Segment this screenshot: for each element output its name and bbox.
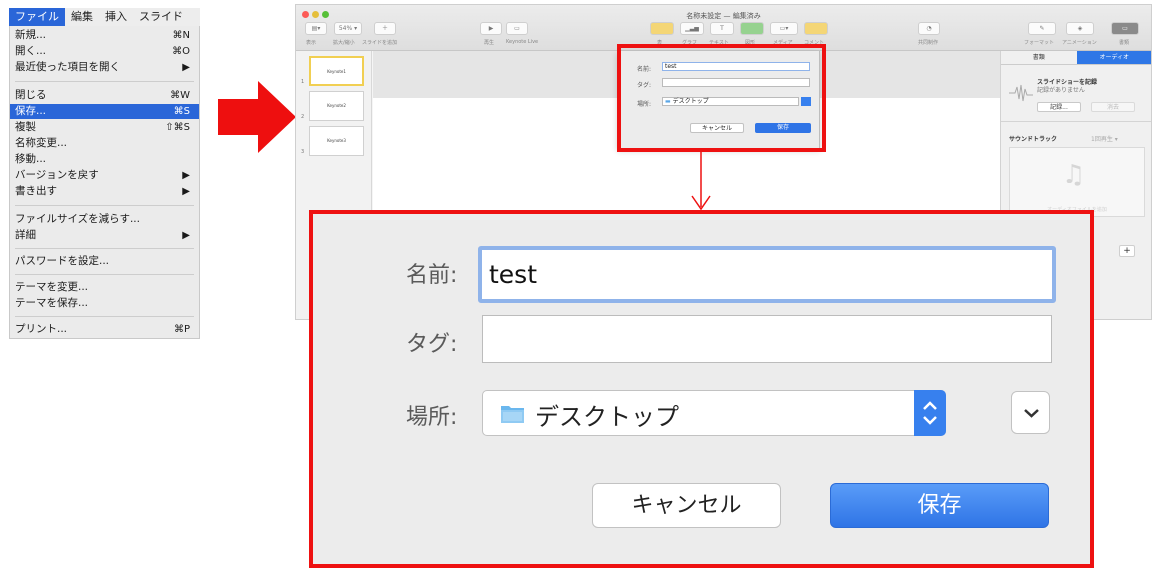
slide-thumbnail[interactable]: Keynote1 xyxy=(309,56,364,86)
slide-number: 2 xyxy=(301,114,305,120)
up-down-chevron-icon xyxy=(923,401,937,425)
slide-thumbnail[interactable]: Keynote3 xyxy=(309,126,364,156)
soundtrack-label: サウンドトラック xyxy=(1009,136,1058,143)
table-button[interactable] xyxy=(650,22,674,35)
save-button[interactable]: 保存 xyxy=(830,483,1049,528)
save-dialog-zoomed: 名前: test タグ: 場所: デスクトップ キャンセル 保存 xyxy=(309,210,1094,568)
document-tab-button[interactable]: ▭ xyxy=(1111,22,1139,35)
text-button[interactable]: T xyxy=(710,22,734,35)
menu-separator xyxy=(15,316,194,317)
expand-dialog-button[interactable] xyxy=(1011,391,1050,434)
zoom-button[interactable]: 54% ▾ xyxy=(334,22,362,35)
cancel-button[interactable]: キャンセル xyxy=(592,483,781,528)
red-arrow-icon xyxy=(218,81,296,153)
menu-item-revert[interactable]: バージョンを戻す ▶ xyxy=(10,168,199,183)
menu-item-rename[interactable]: 名称変更... xyxy=(10,136,199,151)
music-note-icon: ♫ xyxy=(1062,160,1086,190)
toolbar-label-collaborate: 共同制作 xyxy=(918,40,939,46)
toolbar-label-add-slide: スライドを追加 xyxy=(362,40,398,46)
tag-label: タグ: xyxy=(406,332,458,357)
waveform-icon xyxy=(1009,84,1033,102)
menu-item-new[interactable]: 新規... ⌘N xyxy=(10,28,199,43)
window-title: 名称未設定 — 編集済み xyxy=(686,12,761,20)
toolbar-label-view: 表示 xyxy=(306,40,317,46)
toolbar-label-play: 再生 xyxy=(484,40,495,46)
tag-field[interactable] xyxy=(482,315,1052,363)
media-button[interactable]: ▭▾ xyxy=(770,22,798,35)
file-menu: 新規... ⌘N 開く... ⌘O 最近使った項目を開く ▶ 閉じる ⌘W 保存... ⌘… xyxy=(9,26,200,339)
menubar-edit[interactable]: 編集 xyxy=(65,8,99,26)
chart-button[interactable]: ▁▃▅ xyxy=(680,22,704,35)
view-button[interactable]: ▤▾ xyxy=(305,22,327,35)
menu-item-duplicate[interactable]: 複製 ⇧⌘S xyxy=(10,120,199,135)
name-label: 名前: xyxy=(406,263,458,288)
toolbar-label-format: フォーマット xyxy=(1024,40,1055,46)
location-stepper[interactable] xyxy=(914,390,946,436)
menu-item-export[interactable]: 書き出す ▶ xyxy=(10,184,199,199)
tab-document[interactable]: 書類 xyxy=(1001,51,1077,64)
menu-item-open[interactable]: 開く... ⌘O xyxy=(10,44,199,59)
location-popup[interactable]: デスクトップ xyxy=(482,390,946,436)
menubar-insert[interactable]: 挿入 xyxy=(99,8,133,26)
animate-tab-button[interactable]: ◈ xyxy=(1066,22,1094,35)
location-label: 場所: xyxy=(406,405,458,430)
menu-separator xyxy=(15,81,194,82)
chevron-down-icon xyxy=(1024,409,1039,418)
toolbar-label-keynote-live: Keynote Live xyxy=(506,39,539,45)
name-field[interactable]: test xyxy=(478,246,1056,303)
folder-icon xyxy=(501,406,524,423)
menu-item-move[interactable]: 移動... xyxy=(10,152,199,167)
menubar: ファイル 編集 挿入 スライド xyxy=(9,8,200,26)
inspector-tabs: 書類 オーディオ xyxy=(1001,51,1151,65)
comment-button[interactable] xyxy=(804,22,828,35)
play-button[interactable]: ▶ xyxy=(480,22,502,35)
menu-item-save[interactable]: 保存... ⌘S xyxy=(10,104,199,119)
audio-drop-zone[interactable]: ♫ オーディオファイルを追加 xyxy=(1009,147,1145,217)
slide-number: 1 xyxy=(301,79,305,85)
toolbar-label-document: 書類 xyxy=(1119,40,1130,46)
shape-button[interactable] xyxy=(740,22,764,35)
location-value: デスクトップ xyxy=(535,403,679,431)
menu-separator xyxy=(15,205,194,206)
menu-item-change-theme[interactable]: テーマを変更... xyxy=(10,280,199,295)
toolbar-label-animate: アニメーション xyxy=(1062,40,1097,46)
menu-item-open-recent[interactable]: 最近使った項目を開く ▶ xyxy=(10,60,199,75)
collaborate-button[interactable]: ◔ xyxy=(918,22,940,35)
menubar-slide[interactable]: スライド xyxy=(133,8,189,26)
divider xyxy=(1001,121,1151,122)
menu-item-set-password[interactable]: パスワードを設定... xyxy=(10,254,199,269)
toolbar-label-zoom: 拡大/縮小 xyxy=(333,40,355,46)
menu-item-advanced[interactable]: 詳細 ▶ xyxy=(10,228,199,243)
add-slide-button[interactable]: ＋ xyxy=(374,22,396,35)
soundtrack-select[interactable]: 1回再生 ▾ xyxy=(1091,134,1118,143)
slide-number: 3 xyxy=(301,149,305,155)
menu-item-save-theme[interactable]: テーマを保存... xyxy=(10,296,199,311)
record-button[interactable]: 記録... xyxy=(1037,102,1081,112)
menubar-file[interactable]: ファイル xyxy=(9,8,65,26)
record-status: 記録がありません xyxy=(1037,87,1085,94)
menu-item-close[interactable]: 閉じる ⌘W xyxy=(10,88,199,103)
menu-separator xyxy=(15,274,194,275)
menu-item-print[interactable]: プリント... ⌘P xyxy=(10,322,199,337)
menu-separator xyxy=(15,248,194,249)
format-tab-button[interactable]: ✎ xyxy=(1028,22,1056,35)
dialog-highlight-box xyxy=(617,44,826,152)
clear-button[interactable]: 消去 xyxy=(1091,102,1135,112)
slide-thumbnail[interactable]: Keynote2 xyxy=(309,91,364,121)
tab-audio[interactable]: オーディオ xyxy=(1076,51,1151,64)
menu-item-reduce-size[interactable]: ファイルサイズを減らす... xyxy=(10,212,199,227)
keynote-live-button[interactable]: ▭ xyxy=(506,22,528,35)
add-audio-button[interactable]: + xyxy=(1119,245,1135,257)
